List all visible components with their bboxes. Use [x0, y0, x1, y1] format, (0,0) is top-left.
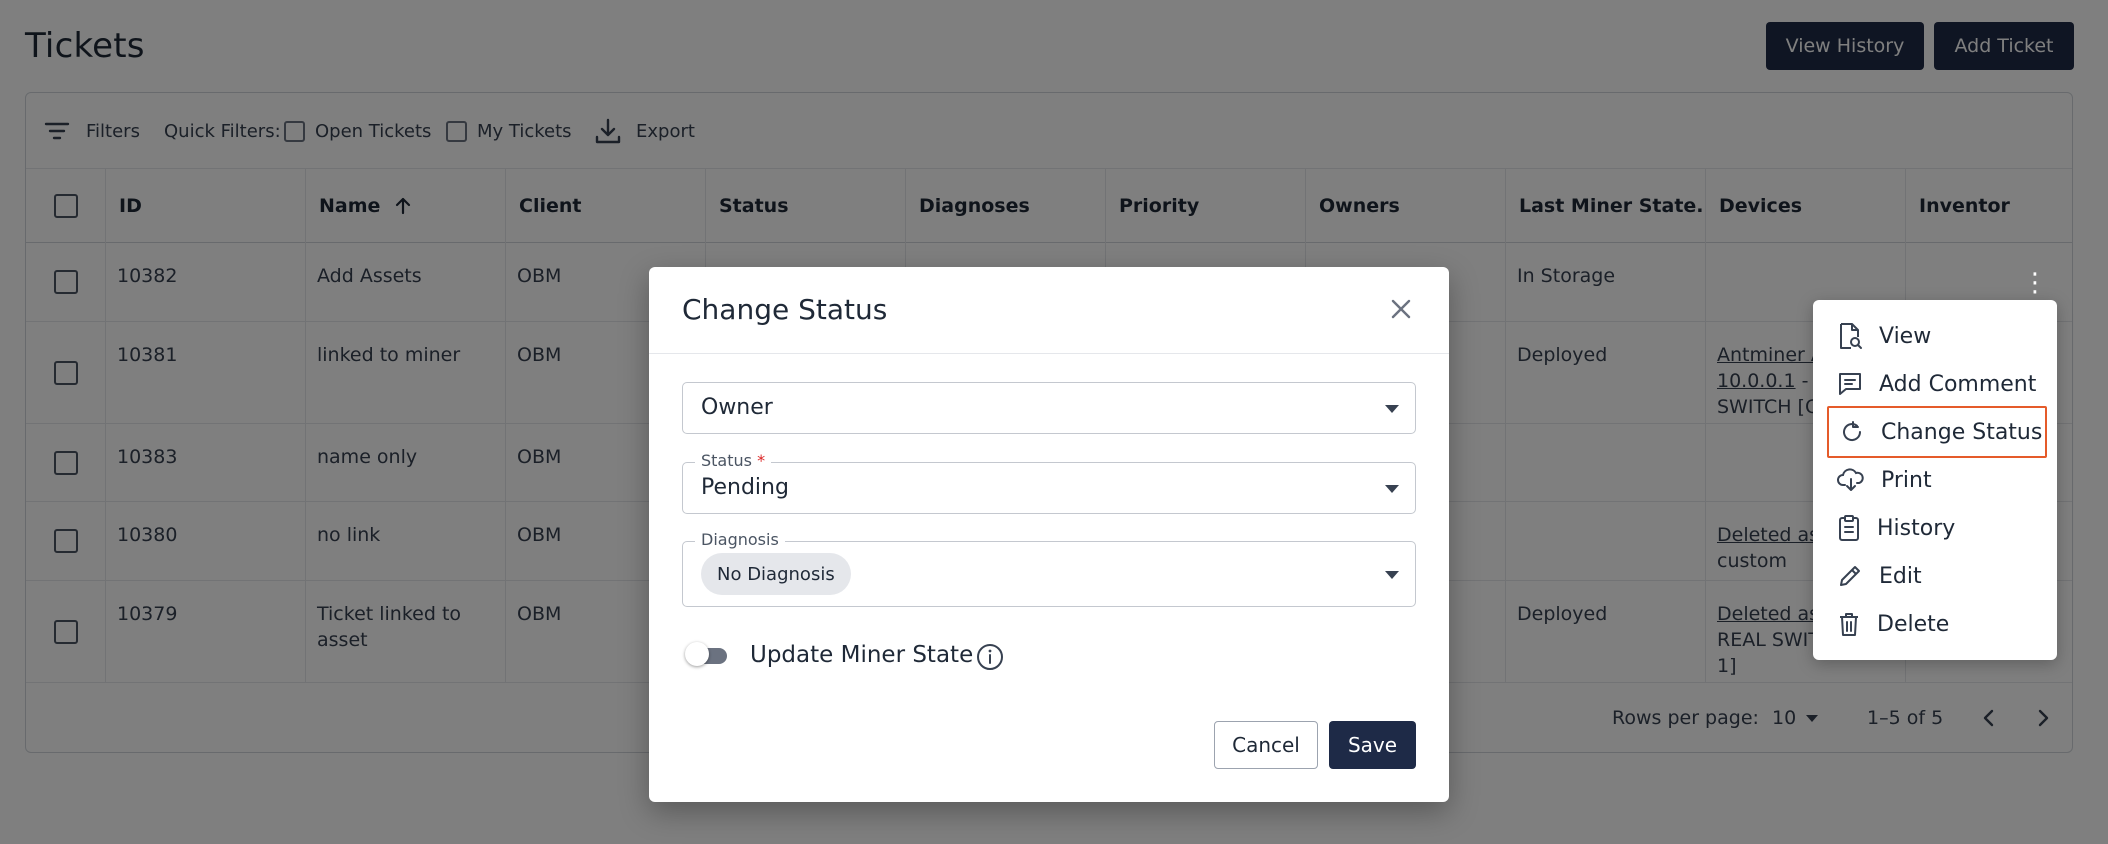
save-button[interactable]: Save [1329, 721, 1416, 769]
required-mark: * [757, 451, 766, 470]
cancel-button[interactable]: Cancel [1214, 721, 1318, 769]
doc-search-icon [1840, 323, 1862, 349]
update-miner-state-toggle[interactable] [685, 642, 731, 666]
menu-item-edit[interactable]: Edit [1827, 554, 2047, 598]
change-status-dialog: Change Status Owner Status * Pending Dia… [649, 267, 1449, 802]
menu-item-label: Change Status [1881, 419, 2043, 445]
chevron-down-icon [1385, 571, 1399, 579]
status-label-text: Status [701, 451, 752, 470]
diagnosis-field-label: Diagnosis [695, 530, 785, 549]
owner-select[interactable]: Owner [682, 382, 1416, 434]
diagnosis-select[interactable]: Diagnosis No Diagnosis [682, 530, 1416, 607]
info-icon[interactable] [976, 643, 1004, 671]
menu-item-delete[interactable]: Delete [1827, 602, 2047, 646]
chevron-down-icon [1385, 405, 1399, 413]
close-icon[interactable] [1385, 293, 1417, 325]
dialog-title: Change Status [682, 293, 888, 326]
diagnosis-chip[interactable]: No Diagnosis [701, 553, 851, 595]
update-miner-state-label: Update Miner State [750, 642, 974, 668]
toggle-knob [685, 642, 709, 666]
status-field-label: Status * [695, 451, 772, 470]
cloud-download-icon [1837, 468, 1864, 491]
owner-select-value: Owner [701, 395, 773, 420]
pencil-icon [1840, 566, 1860, 586]
menu-item-label: Print [1881, 467, 1932, 493]
row-actions-menu: View Add Comment Change Status Print His… [1813, 300, 2057, 660]
chevron-down-icon [1385, 485, 1399, 493]
menu-item-label: Add Comment [1879, 371, 2037, 397]
menu-item-change-status[interactable]: Change Status [1827, 406, 2047, 458]
menu-item-label: History [1877, 515, 1956, 541]
refresh-icon [1843, 421, 1862, 441]
menu-item-print[interactable]: Print [1827, 458, 2047, 502]
row-actions-kebab-icon[interactable]: ⋮ [2022, 268, 2048, 298]
menu-item-add-comment[interactable]: Add Comment [1827, 362, 2047, 406]
status-select-value: Pending [701, 475, 789, 500]
trash-icon [1840, 613, 1858, 636]
menu-item-view[interactable]: View [1827, 314, 2047, 358]
dialog-divider [649, 353, 1449, 354]
menu-item-label: View [1879, 323, 1932, 349]
menu-item-label: Delete [1877, 611, 1950, 637]
status-select[interactable]: Status * Pending [682, 451, 1416, 514]
menu-item-label: Edit [1879, 563, 1922, 589]
menu-item-history[interactable]: History [1827, 506, 2047, 550]
comment-icon [1839, 373, 1861, 395]
clipboard-icon [1839, 515, 1859, 541]
